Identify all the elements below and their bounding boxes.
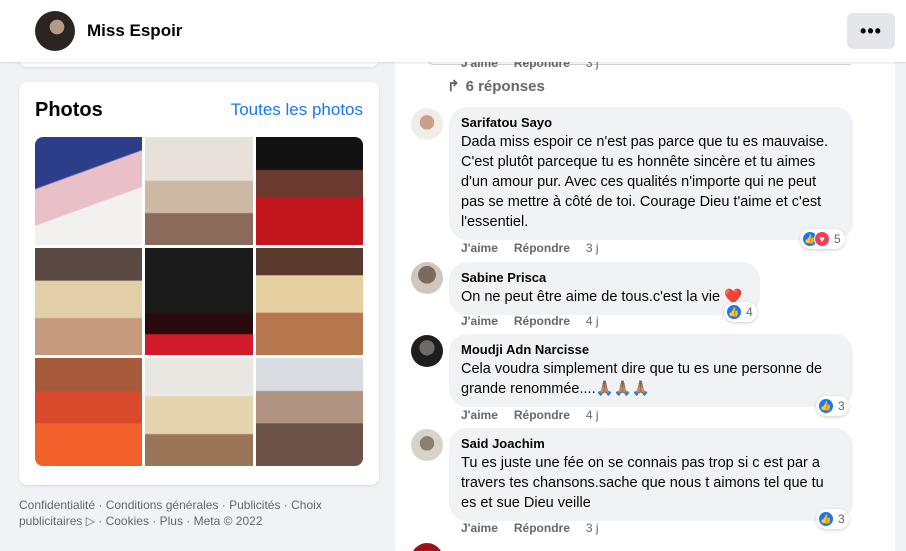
comment-text: Dada miss espoir ce n'est pas parce que … [461,134,829,230]
page-footer: Confidentialité · Conditions générales ·… [19,497,374,529]
comment-text: Tu es juste une fée on se connais pas tr… [461,455,824,511]
comment-author[interactable]: Sabine Prisca [461,270,748,285]
photo-thumbnail[interactable] [35,247,143,356]
page-scrollbar[interactable] [895,62,906,551]
photo-thumbnail[interactable] [145,358,253,466]
like-reaction-icon: 👍 [818,511,834,527]
comments-feed: J'aime Répondre 3 j ↰ 6 réponses Sarifato… [395,55,895,551]
photo-thumbnail[interactable] [255,247,363,356]
reply-link[interactable]: Répondre [514,521,570,535]
photo-thumbnail[interactable] [145,247,253,356]
comment-text: On ne peut être aime de tous.c'est la vi… [461,287,748,307]
photo-thumbnail[interactable] [255,358,363,466]
reactions-summary[interactable]: 👍 4 [724,302,757,322]
see-all-photos-link[interactable]: Toutes les photos [231,100,363,120]
comment-author[interactable]: Said Joachim [461,436,841,451]
reactions-summary[interactable]: 👍 3 [816,396,849,416]
photo-thumbnail[interactable] [145,137,253,245]
comment-author[interactable]: Sarifatou Sayo [461,115,841,130]
reactions-summary[interactable]: 👍 ♥ 5 [800,229,845,249]
profile-name[interactable]: Miss Espoir [87,21,182,41]
photo-thumbnail[interactable] [255,137,363,245]
view-replies-link[interactable]: ↰ 6 réponses [447,77,545,95]
profile-header: Miss Espoir ••• [0,0,906,62]
more-options-button[interactable]: ••• [847,13,895,49]
praying-hands-emoji: 🙏🏽🙏🏽🙏🏽 [595,381,650,397]
comment-actions: J'aime Répondre 4 j [461,314,599,328]
comment-time: 3 j [585,241,599,255]
reply-link[interactable]: Répondre [514,241,570,255]
comment-author[interactable]: Moudji Adn Narcisse [461,342,841,357]
reaction-count: 3 [838,512,845,526]
commenter-avatar[interactable] [411,262,443,294]
photos-title: Photos [35,99,103,121]
profile-avatar[interactable] [35,11,75,51]
love-reaction-icon: ♥ [814,231,830,247]
photos-grid [35,137,363,466]
commenter-avatar[interactable] [411,429,443,461]
reaction-count: 5 [834,232,841,246]
commenter-avatar[interactable] [411,335,443,367]
footer-links-line1[interactable]: Confidentialité · Conditions générales ·… [19,498,322,512]
comment-text: Cela voudra simplement dire que tu es un… [461,359,841,399]
comment-bubble: Sabine Prisca On ne peut être aime de to… [449,262,760,315]
comment-actions: J'aime Répondre 4 j [461,408,599,422]
like-link[interactable]: J'aime [461,314,498,328]
comment-time: 4 j [585,408,599,422]
like-link[interactable]: J'aime [461,241,498,255]
reply-link[interactable]: Répondre [514,408,570,422]
replies-count: 6 réponses [465,78,545,95]
photos-card: Photos Toutes les photos [19,82,379,485]
like-link[interactable]: J'aime [461,408,498,422]
comment-time: 4 j [585,314,599,328]
comment-bubble: Said Joachim Tu es juste une fée on se c… [449,428,853,521]
reaction-count: 3 [838,399,845,413]
reply-link[interactable]: Répondre [514,314,570,328]
comment-time: 3 j [585,521,599,535]
like-reaction-icon: 👍 [726,304,742,320]
comment-bubble: Sarifatou Sayo Dada miss espoir ce n'est… [449,107,853,240]
commenter-avatar[interactable] [411,543,443,551]
commenter-avatar[interactable] [411,108,443,140]
comment-actions: J'aime Répondre 3 j [461,521,599,535]
reply-arrow-icon: ↰ [447,78,460,95]
comment-text-body: On ne peut être aime de tous.c'est la vi… [461,289,721,305]
comment-actions: J'aime Répondre 3 j [461,241,599,255]
photo-thumbnail[interactable] [35,358,143,466]
comment-bubble: Moudji Adn Narcisse Cela voudra simpleme… [449,334,853,407]
photo-thumbnail[interactable] [35,137,143,245]
reaction-count: 4 [746,305,753,319]
reactions-summary[interactable]: 👍 3 [816,509,849,529]
like-reaction-icon: 👍 [818,398,834,414]
footer-links-line2[interactable]: publicitaires ▷ · Cookies · Plus · Meta … [19,514,263,528]
like-link[interactable]: J'aime [461,521,498,535]
